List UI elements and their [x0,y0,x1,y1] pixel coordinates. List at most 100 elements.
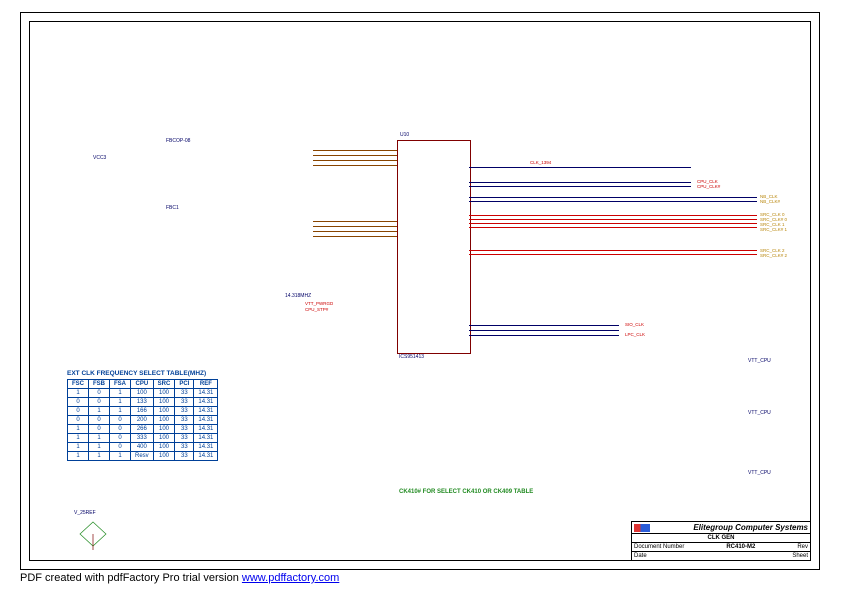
wire [469,330,619,331]
freq-table-caption: EXT CLK FREQUENCY SELECT TABLE(MHZ) [67,370,218,377]
freq-cell: 100 [153,452,175,461]
freq-cell: 14.31 [194,416,218,425]
freq-cell: 1 [110,407,131,416]
freq-cell: 200 [131,416,154,425]
vcc3-label: VCC3 [93,155,106,161]
wire [469,167,691,168]
freq-cell: 100 [153,434,175,443]
freq-cell: 1 [68,452,89,461]
wire [469,227,757,228]
vtt-cpu-3: VTT_CPU [748,470,771,476]
freq-cell: 0 [110,443,131,452]
freq-cell: 1 [89,452,110,461]
sheet-lbl: Sheet [792,553,808,559]
freq-cell: 100 [153,407,175,416]
docnum: RC410-M2 [726,544,755,550]
freq-cell: 1 [110,389,131,398]
freq-row: 111Resv1003314.31 [68,452,218,461]
net-src2n: SRC_CLK# 2 [760,253,787,258]
freq-cell: 14.31 [194,398,218,407]
company-name: Elitegroup Computer Systems [693,523,808,532]
freq-cell: 1 [89,434,110,443]
freq-cell: 1 [68,389,89,398]
freq-cell: 100 [153,389,175,398]
freq-cell: 0 [110,425,131,434]
freq-cell: 1 [89,443,110,452]
wire [313,226,397,227]
freq-row: 1002661003314.31 [68,425,218,434]
freq-cell: 14.31 [194,389,218,398]
freq-cell: 0 [89,389,110,398]
freq-cell: 0 [110,434,131,443]
freq-cell: 14.31 [194,443,218,452]
wire [469,254,757,255]
ic-ref: U10 [400,132,409,138]
freq-cell: 33 [175,416,194,425]
page-title: CLK GEN [634,535,808,541]
freq-cell: 33 [175,452,194,461]
freq-cell: 0 [89,425,110,434]
freq-cell: 14.31 [194,425,218,434]
label-cpu-stp: CPU_STP# [305,307,328,312]
freq-cell: 33 [175,443,194,452]
net-sio: SIO_CLK [625,322,644,327]
freq-cell: 100 [153,398,175,407]
freq-row: 1103331003314.31 [68,434,218,443]
wire [469,201,757,202]
freq-cell: 14.31 [194,434,218,443]
net-cpuclkn: CPU_CLK# [697,184,720,189]
docnum-lbl: Document Number [634,544,684,550]
wire [469,223,757,224]
freq-cell: 100 [153,443,175,452]
v25-ref-symbol [78,520,108,550]
wire [313,221,397,222]
freq-cell: 14.31 [194,407,218,416]
freq-row: 1011001003314.31 [68,389,218,398]
date-lbl: Date [634,553,647,559]
freq-col-fsc: FSC [68,380,89,389]
vtt-cpu-2: VTT_CPU [748,410,771,416]
wire [313,231,397,232]
pdf-footer-link[interactable]: www.pdffactory.com [242,572,339,584]
freq-cell: 33 [175,398,194,407]
fbcap-label: FBCOP-08 [166,138,190,144]
freq-cell: 14.31 [194,452,218,461]
wire [469,335,619,336]
freq-cell: 133 [131,398,154,407]
pdf-footer: PDF created with pdfFactory Pro trial ve… [20,572,339,584]
net-clk1394: CLK_1394 [530,160,551,165]
freq-cell: 1 [68,425,89,434]
freq-cell: 400 [131,443,154,452]
fbc1-label: FBC1 [166,205,179,211]
ic-part: ICS951413 [399,354,424,360]
freq-row: 0111661003314.31 [68,407,218,416]
freq-table: EXT CLK FREQUENCY SELECT TABLE(MHZ) FSC F… [67,370,218,461]
wire [469,215,757,216]
freq-col-pci: PCI [175,380,194,389]
wire [313,155,397,156]
vtt-cpu-1: VTT_CPU [748,358,771,364]
freq-cell: 0 [89,398,110,407]
freq-col-fsa: FSA [110,380,131,389]
freq-cell: 1 [68,434,89,443]
freq-cell: 1 [110,398,131,407]
wire [469,219,757,220]
v25-ref-label: V_25REF [74,510,96,516]
wire [313,150,397,151]
wire [469,250,757,251]
freq-cell: 33 [175,389,194,398]
freq-cell: 333 [131,434,154,443]
page-inner-border: U10 ICS951413 14.318MHZ VCC3 FBCOP-08 FB… [29,21,811,561]
freq-cell: 0 [110,416,131,425]
wire [313,165,397,166]
note-select-table: CK410# FOR SELECT CK410 OR CK409 TABLE [399,489,533,495]
freq-cell: 0 [68,398,89,407]
freq-row: 0011331003314.31 [68,398,218,407]
freq-cell: Resv [131,452,154,461]
net-lpc: LPC_CLK [625,332,645,337]
freq-cell: 33 [175,425,194,434]
freq-col-ref: REF [194,380,218,389]
freq-cell: 1 [89,407,110,416]
freq-col-cpu: CPU [131,380,154,389]
pdf-footer-text: PDF created with pdfFactory Pro trial ve… [20,572,242,584]
